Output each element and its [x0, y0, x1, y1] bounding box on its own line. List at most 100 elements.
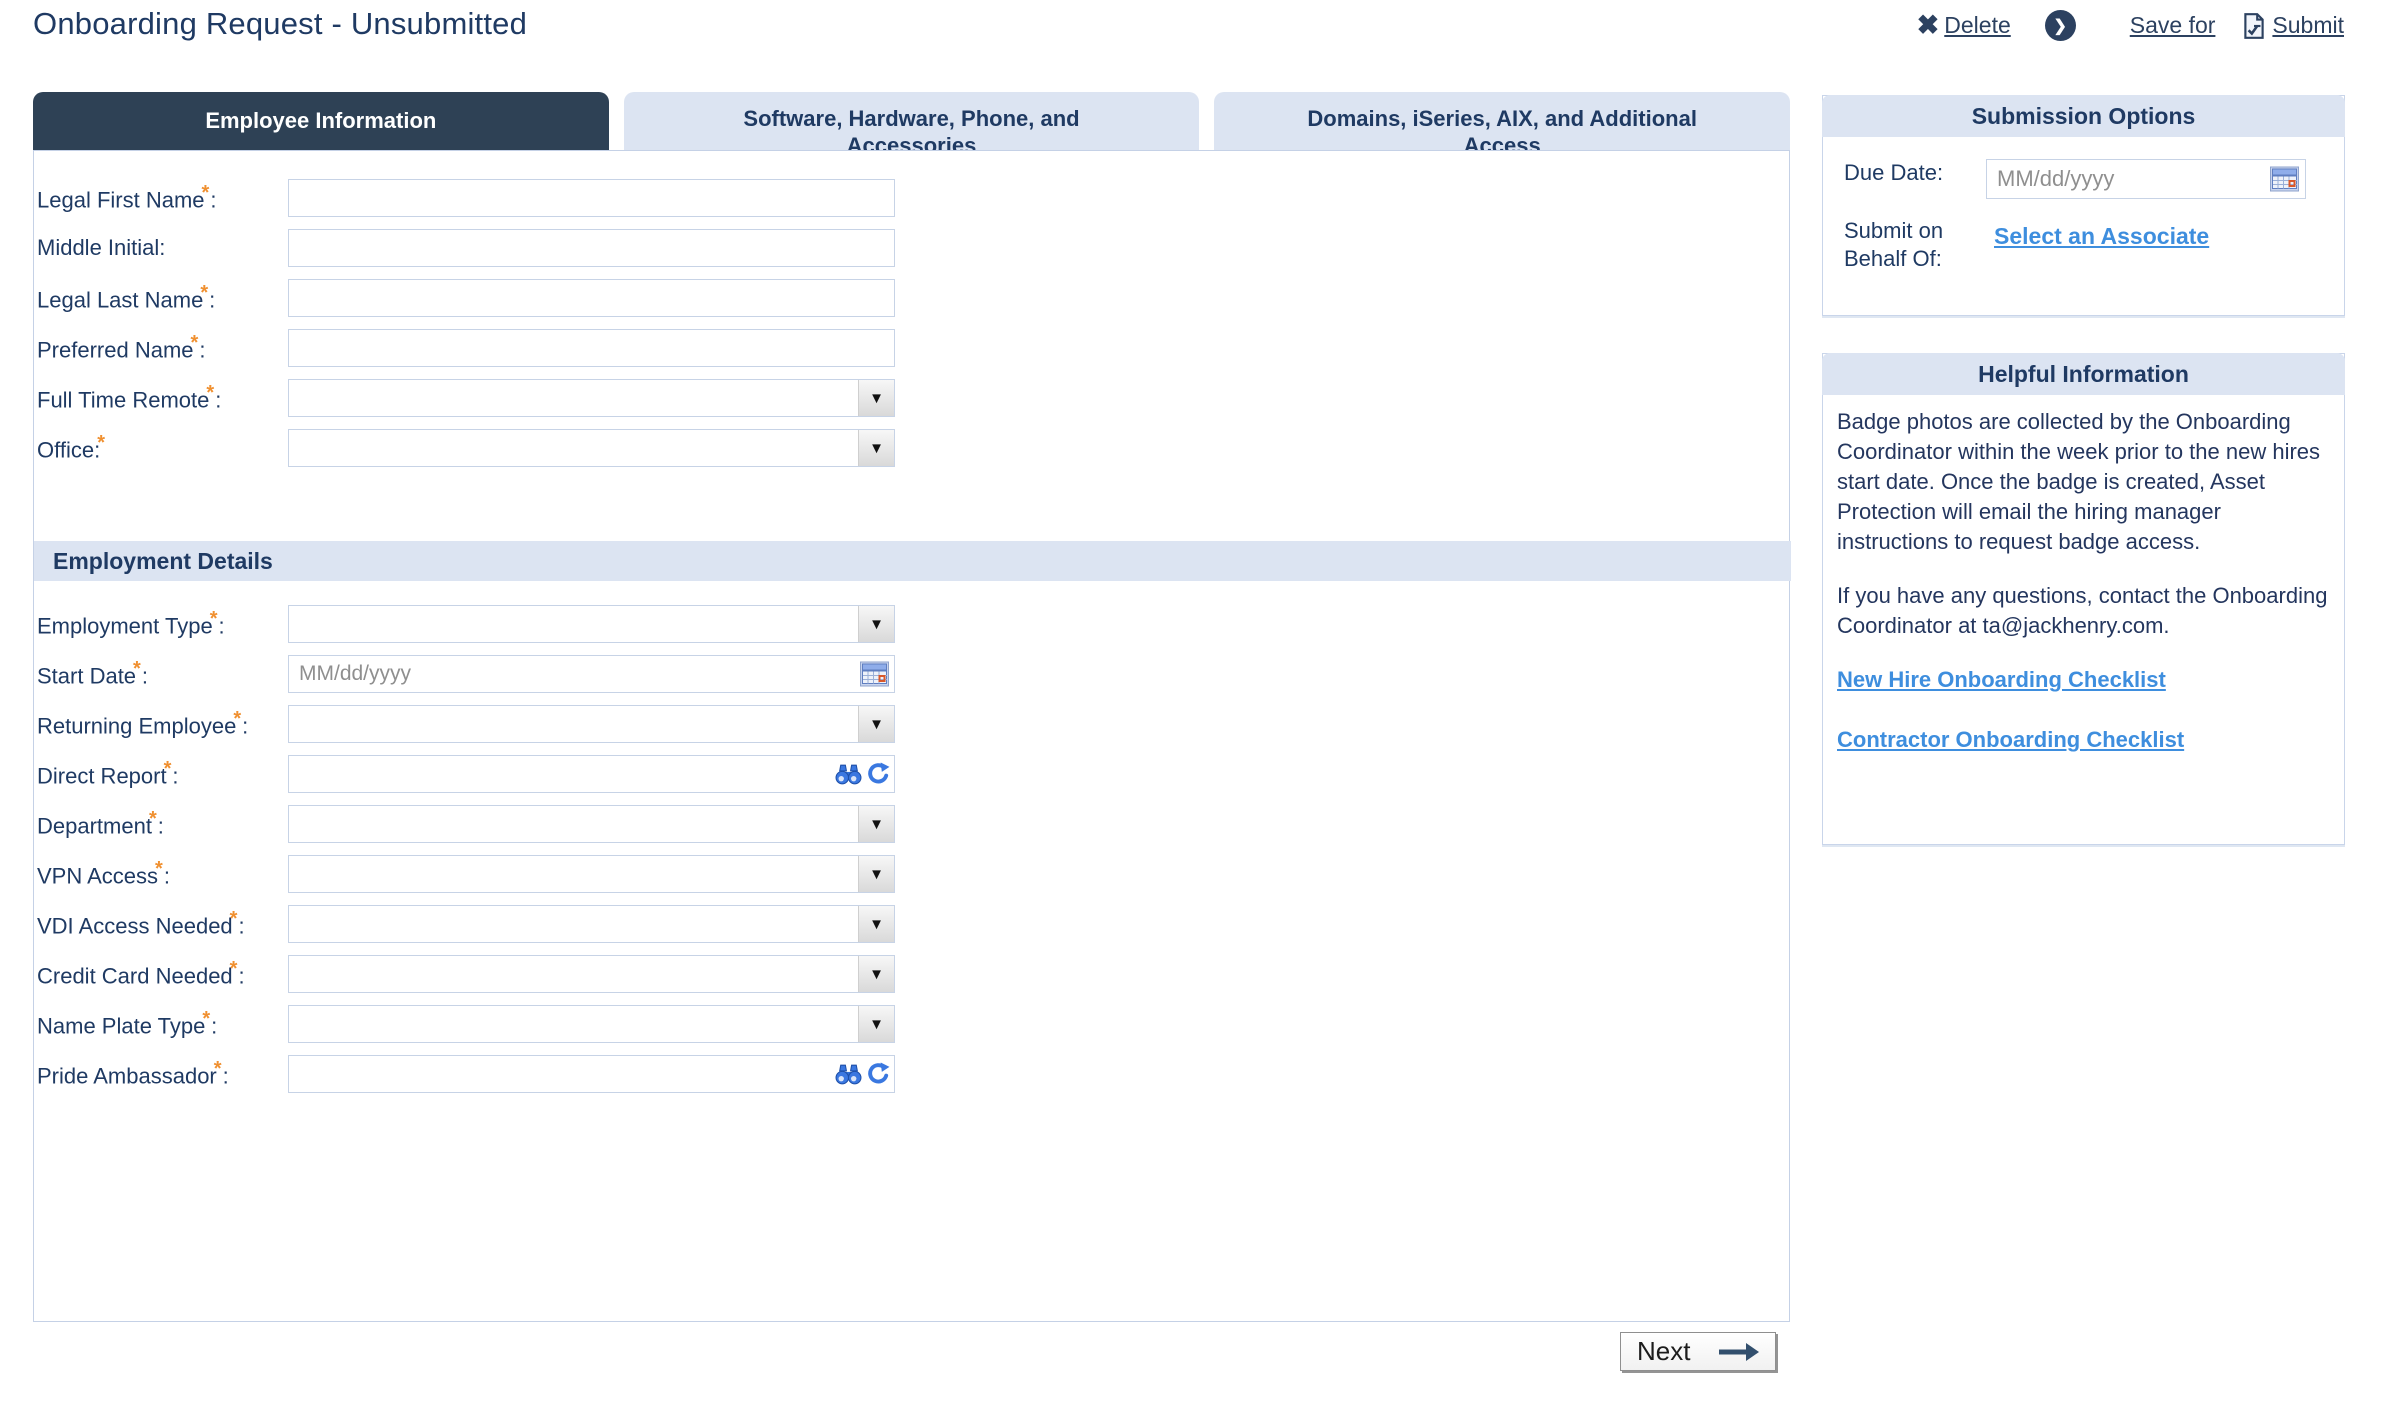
calendar-icon[interactable]	[860, 662, 889, 687]
vpn-access-select[interactable]	[288, 855, 895, 893]
contractor-onboarding-checklist-link[interactable]: Contractor Onboarding Checklist	[1837, 725, 2331, 755]
tab-domains-iseries-aix-additional-access[interactable]: Domains, iSeries, AIX, and Additional Ac…	[1214, 92, 1790, 150]
select-an-associate-link[interactable]: Select an Associate	[1994, 223, 2209, 250]
full-time-remote-select[interactable]	[288, 379, 895, 417]
form-row-full-time-remote: Full Time Remote*: ▼	[37, 379, 1789, 417]
department-select[interactable]	[288, 805, 895, 843]
required-asterisk: *	[210, 608, 218, 630]
helpful-paragraph: If you have any questions, contact the O…	[1837, 581, 2331, 641]
field-label: VDI Access Needed*:	[37, 908, 288, 939]
required-asterisk: *	[233, 708, 241, 730]
returning-employee-select[interactable]	[288, 705, 895, 743]
forward-button[interactable]: ❯	[2045, 10, 2076, 41]
start-date-input[interactable]	[288, 655, 895, 693]
field-label: Legal First Name*:	[37, 182, 288, 213]
credit-card-needed-select[interactable]	[288, 955, 895, 993]
form-row-returning-employee: Returning Employee*: ▼	[37, 705, 1789, 743]
page-title: Onboarding Request - Unsubmitted	[33, 6, 527, 42]
required-asterisk: *	[149, 808, 157, 830]
preferred-name-input[interactable]	[288, 329, 895, 367]
form-row-name-plate-type: Name Plate Type*:▼	[37, 1005, 1789, 1043]
middle-initial-input[interactable]	[288, 229, 895, 267]
delete-x-icon: ✖	[1917, 12, 1940, 39]
field-label: Employment Type*:	[37, 608, 288, 639]
form-row-middle-initial: Middle Initial:	[37, 229, 1789, 267]
submit-button[interactable]: Submit	[2241, 12, 2344, 40]
refresh-icon[interactable]	[866, 762, 890, 786]
required-asterisk: *	[230, 908, 238, 930]
dropdown-arrow-icon[interactable]: ▼	[858, 806, 894, 842]
form-row-legal-first-name: Legal First Name*:	[37, 179, 1789, 217]
form-row-office: Office:* ▼	[37, 429, 1789, 467]
arrow-right-icon	[1715, 1341, 1761, 1363]
next-button[interactable]: Next	[1620, 1332, 1776, 1371]
vdi-access-needed-select[interactable]	[288, 905, 895, 943]
required-asterisk: *	[214, 1058, 222, 1080]
form-row-credit-card-needed: Credit Card Needed*: ▼	[37, 955, 1789, 993]
field-label: Preferred Name*:	[37, 332, 288, 363]
field-label: VPN Access*:	[37, 858, 288, 889]
dropdown-arrow-icon[interactable]: ▼	[858, 856, 894, 892]
form-row-legal-last-name: Legal Last Name*:	[37, 279, 1789, 317]
form-row-preferred-name: Preferred Name*:	[37, 329, 1789, 367]
submit-label: Submit	[2272, 12, 2344, 39]
refresh-icon[interactable]	[866, 1062, 890, 1086]
employee-information-panel: Legal First Name*: Middle Initial: Legal L…	[33, 150, 1790, 1322]
employment-type-select[interactable]	[288, 605, 895, 643]
field-label: Start Date*:	[37, 658, 288, 689]
tab-label: Employee Information	[205, 107, 436, 134]
tab-label: Domains, iSeries, AIX, and Additional Ac…	[1292, 105, 1712, 150]
form-row-pride-ambassador: Pride Ambassador*:	[37, 1055, 1789, 1093]
form-row-employment-type: Employment Type*: ▼	[37, 605, 1789, 643]
office-select[interactable]	[288, 429, 895, 467]
submission-options-title: Submission Options	[1822, 95, 2345, 137]
required-asterisk: *	[133, 658, 141, 680]
form-row-department: Department*: ▼	[37, 805, 1789, 843]
submit-on-behalf-label: Submit on Behalf Of:	[1844, 217, 1966, 273]
employment-details-header: Employment Details	[34, 541, 1791, 581]
form-row-vpn-access: VPN Access*: ▼	[37, 855, 1789, 893]
new-hire-onboarding-checklist-link[interactable]: New Hire Onboarding Checklist	[1837, 665, 2331, 695]
calendar-icon[interactable]	[2270, 167, 2299, 192]
page-header: Onboarding Request - Unsubmitted	[33, 6, 527, 42]
due-date-label: Due Date:	[1844, 159, 1966, 187]
required-asterisk: *	[206, 382, 214, 404]
required-asterisk: *	[202, 1008, 210, 1030]
field-label: Returning Employee*:	[37, 708, 288, 739]
tab-software-hardware-phone-accessories[interactable]: Software, Hardware, Phone, and Accessori…	[624, 92, 1200, 150]
legal-last-name-input[interactable]	[288, 279, 895, 317]
tab-employee-information[interactable]: Employee Information	[33, 92, 609, 150]
binoculars-lookup-icon[interactable]	[835, 763, 862, 786]
helpful-information-title: Helpful Information	[1822, 353, 2345, 395]
field-label: Credit Card Needed*:	[37, 958, 288, 989]
field-label: Office:*	[37, 432, 288, 463]
delete-button[interactable]: ✖ Delete	[1917, 12, 2011, 39]
submit-document-icon	[2241, 12, 2267, 40]
dropdown-arrow-icon[interactable]: ▼	[858, 706, 894, 742]
save-for-button[interactable]: Save for	[2130, 12, 2216, 39]
dropdown-arrow-icon[interactable]: ▼	[858, 906, 894, 942]
due-date-input[interactable]	[1986, 159, 2306, 199]
field-label: Middle Initial:	[37, 235, 288, 261]
pride-ambassador-input[interactable]	[288, 1055, 895, 1093]
required-asterisk: *	[155, 858, 163, 880]
dropdown-arrow-icon[interactable]: ▼	[858, 380, 894, 416]
dropdown-arrow-icon[interactable]: ▼	[858, 1006, 894, 1042]
required-asterisk: *	[191, 332, 199, 354]
dropdown-arrow-icon[interactable]: ▼	[858, 606, 894, 642]
dropdown-arrow-icon[interactable]: ▼	[858, 430, 894, 466]
field-label: Department*:	[37, 808, 288, 839]
employment-details-section: Employment Type*: ▼ Start Date*: Returning…	[37, 605, 1789, 1093]
next-label: Next	[1637, 1336, 1690, 1367]
binoculars-lookup-icon[interactable]	[835, 1063, 862, 1086]
helpful-information-box: Helpful Information Badge photos are col…	[1822, 353, 2345, 845]
form-row-start-date: Start Date*:	[37, 655, 1789, 693]
field-label: Full Time Remote*:	[37, 382, 288, 413]
direct-report-input[interactable]	[288, 755, 895, 793]
dropdown-arrow-icon[interactable]: ▼	[858, 956, 894, 992]
legal-first-name-input[interactable]	[288, 179, 895, 217]
tab-label: Software, Hardware, Phone, and Accessori…	[702, 105, 1122, 150]
required-asterisk: *	[200, 282, 208, 304]
delete-label: Delete	[1944, 12, 2010, 39]
name-plate-type-select[interactable]	[288, 1005, 895, 1043]
